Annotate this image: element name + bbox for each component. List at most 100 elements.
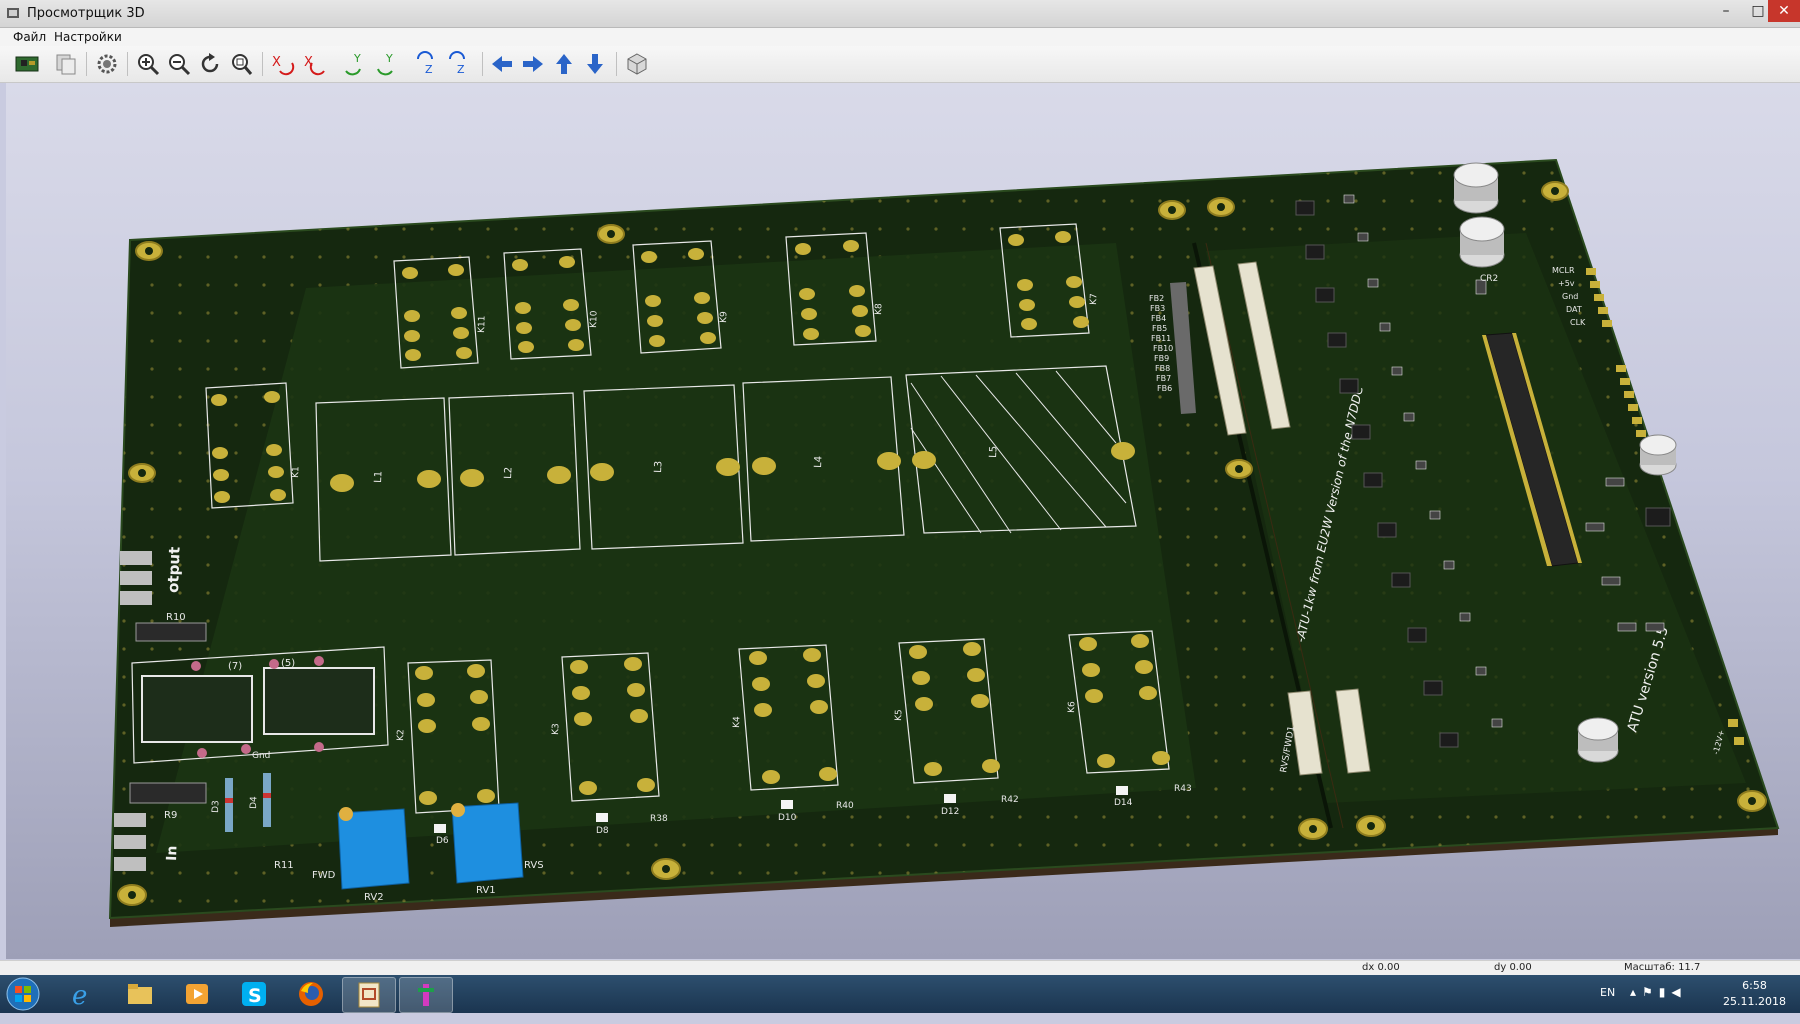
svg-text:Y: Y — [353, 52, 361, 65]
svg-text:S: S — [248, 985, 262, 1007]
zoom-fit-icon[interactable] — [228, 51, 254, 77]
label-k10: K10 — [589, 310, 600, 328]
label-output: otput — [164, 546, 184, 593]
rotate-y-cw-icon[interactable]: Y — [342, 51, 368, 77]
kicad-tool-icon[interactable] — [399, 977, 453, 1013]
media-player-icon[interactable] — [171, 977, 223, 1011]
taskbar: e S EN ▴⚑▮◀ 6:58 25.11.2018 — [0, 975, 1800, 1013]
language-indicator[interactable]: EN — [1600, 986, 1615, 1024]
svg-text:Z: Z — [457, 63, 465, 76]
svg-text:FB6: FB6 — [1157, 384, 1172, 393]
label-pin5: (5) — [281, 658, 295, 669]
pcb-board-icon[interactable] — [14, 51, 40, 77]
label-input: In — [164, 845, 181, 861]
toolbar: X X Y Y Z Z — [0, 46, 1800, 83]
clock-date: 25.11.2018 — [1723, 995, 1786, 1008]
svg-text:e: e — [72, 981, 87, 1009]
svg-text:MCLR: MCLR — [1552, 266, 1575, 275]
settings-gear-icon[interactable] — [94, 51, 120, 77]
rotate-x-cw-icon[interactable]: X — [270, 51, 296, 77]
svg-text:X: X — [272, 55, 281, 70]
internet-explorer-icon[interactable]: e — [57, 977, 109, 1011]
3d-viewport[interactable]: L1 L2 L3 L4 L5 (7) (5) Gnd otput In R10 … — [6, 83, 1800, 959]
label-r9: R9 — [164, 810, 177, 821]
svg-text:FB10: FB10 — [1153, 344, 1173, 353]
label-rvs: RVS — [524, 860, 544, 871]
svg-text:Y: Y — [385, 52, 393, 65]
label-k4: K4 — [732, 716, 742, 728]
label-k1: K1 — [291, 466, 301, 478]
tray-icons[interactable]: ▴⚑▮◀ — [1630, 985, 1687, 1023]
rotate-y-ccw-icon[interactable]: Y — [374, 51, 400, 77]
label-r10: R10 — [166, 612, 186, 623]
svg-text:CLK: CLK — [1570, 318, 1586, 327]
svg-text:DAT: DAT — [1566, 305, 1582, 314]
move-down-icon[interactable] — [582, 51, 608, 77]
label-k8: K8 — [874, 303, 884, 315]
label-l2: L2 — [503, 467, 514, 479]
redraw-icon[interactable] — [197, 51, 223, 77]
copy-icon[interactable] — [53, 51, 79, 77]
label-k6: K6 — [1067, 701, 1077, 713]
file-explorer-icon[interactable] — [114, 977, 166, 1011]
label-d10: D10 — [778, 813, 797, 823]
window-title: Просмотрщик 3D — [27, 6, 145, 21]
title-bar: Просмотрщик 3D – □ ✕ — [0, 0, 1800, 28]
label-d8: D8 — [596, 826, 609, 836]
move-up-icon[interactable] — [551, 51, 577, 77]
label-l4: L4 — [813, 456, 824, 468]
svg-text:FB2: FB2 — [1149, 294, 1164, 303]
ortho-projection-icon[interactable] — [624, 51, 650, 77]
svg-text:+5v: +5v — [1558, 279, 1575, 288]
minimize-button[interactable]: – — [1708, 0, 1744, 22]
svg-text:Gnd: Gnd — [1562, 292, 1578, 301]
label-k7: K7 — [1089, 293, 1099, 305]
label-d14: D14 — [1114, 798, 1133, 808]
status-dx: dx 0.00 — [1362, 962, 1400, 973]
label-l5: L5 — [988, 446, 999, 458]
close-button[interactable]: ✕ — [1768, 0, 1800, 22]
label-r38: R38 — [650, 814, 668, 824]
label-r42: R42 — [1001, 795, 1019, 805]
menu-file[interactable]: Файл — [13, 30, 46, 44]
rotate-z-cw-icon[interactable]: Z — [414, 51, 440, 77]
menu-settings[interactable]: Настройки — [54, 30, 122, 44]
skype-icon[interactable]: S — [228, 977, 280, 1011]
label-cr2: CR2 — [1480, 274, 1498, 284]
label-k5: K5 — [894, 709, 904, 721]
label-rv2: RV2 — [364, 892, 384, 903]
status-bar: dx 0.00 dy 0.00 Масштаб: 11.7 — [0, 960, 1800, 975]
label-k9: K9 — [719, 311, 729, 323]
rotate-z-ccw-icon[interactable]: Z — [446, 51, 472, 77]
label-k11: K11 — [477, 315, 488, 333]
zoom-in-icon[interactable] — [135, 51, 161, 77]
label-k3: K3 — [551, 723, 561, 735]
label-d4: D4 — [249, 796, 259, 809]
svg-text:FB8: FB8 — [1155, 364, 1170, 373]
menu-bar: Файл Настройки — [0, 28, 1800, 46]
move-right-icon[interactable] — [520, 51, 546, 77]
clock-time: 6:58 — [1742, 979, 1767, 992]
status-dy: dy 0.00 — [1494, 962, 1532, 973]
windows-start-icon[interactable] — [6, 977, 40, 1011]
label-l3: L3 — [653, 461, 664, 473]
svg-text:Z: Z — [425, 63, 433, 76]
label-d12: D12 — [941, 807, 959, 817]
label-l1: L1 — [373, 471, 384, 483]
firefox-icon[interactable] — [285, 977, 337, 1011]
label-k2: K2 — [396, 729, 406, 741]
kicad-pcbnew-icon[interactable] — [342, 977, 396, 1013]
label-r40: R40 — [836, 801, 854, 811]
rotate-x-ccw-icon[interactable]: X — [302, 51, 328, 77]
svg-text:FB4: FB4 — [1151, 314, 1166, 323]
svg-text:FB5: FB5 — [1152, 324, 1167, 333]
label-d3: D3 — [211, 800, 221, 813]
svg-text:FB9: FB9 — [1154, 354, 1169, 363]
svg-text:FB11: FB11 — [1151, 334, 1171, 343]
label-pin7: (7) — [228, 661, 242, 672]
clock[interactable]: 6:58 25.11.2018 — [1723, 978, 1786, 1010]
svg-text:FB7: FB7 — [1156, 374, 1171, 383]
app-icon — [7, 8, 19, 18]
zoom-out-icon[interactable] — [166, 51, 192, 77]
move-left-icon[interactable] — [489, 51, 515, 77]
